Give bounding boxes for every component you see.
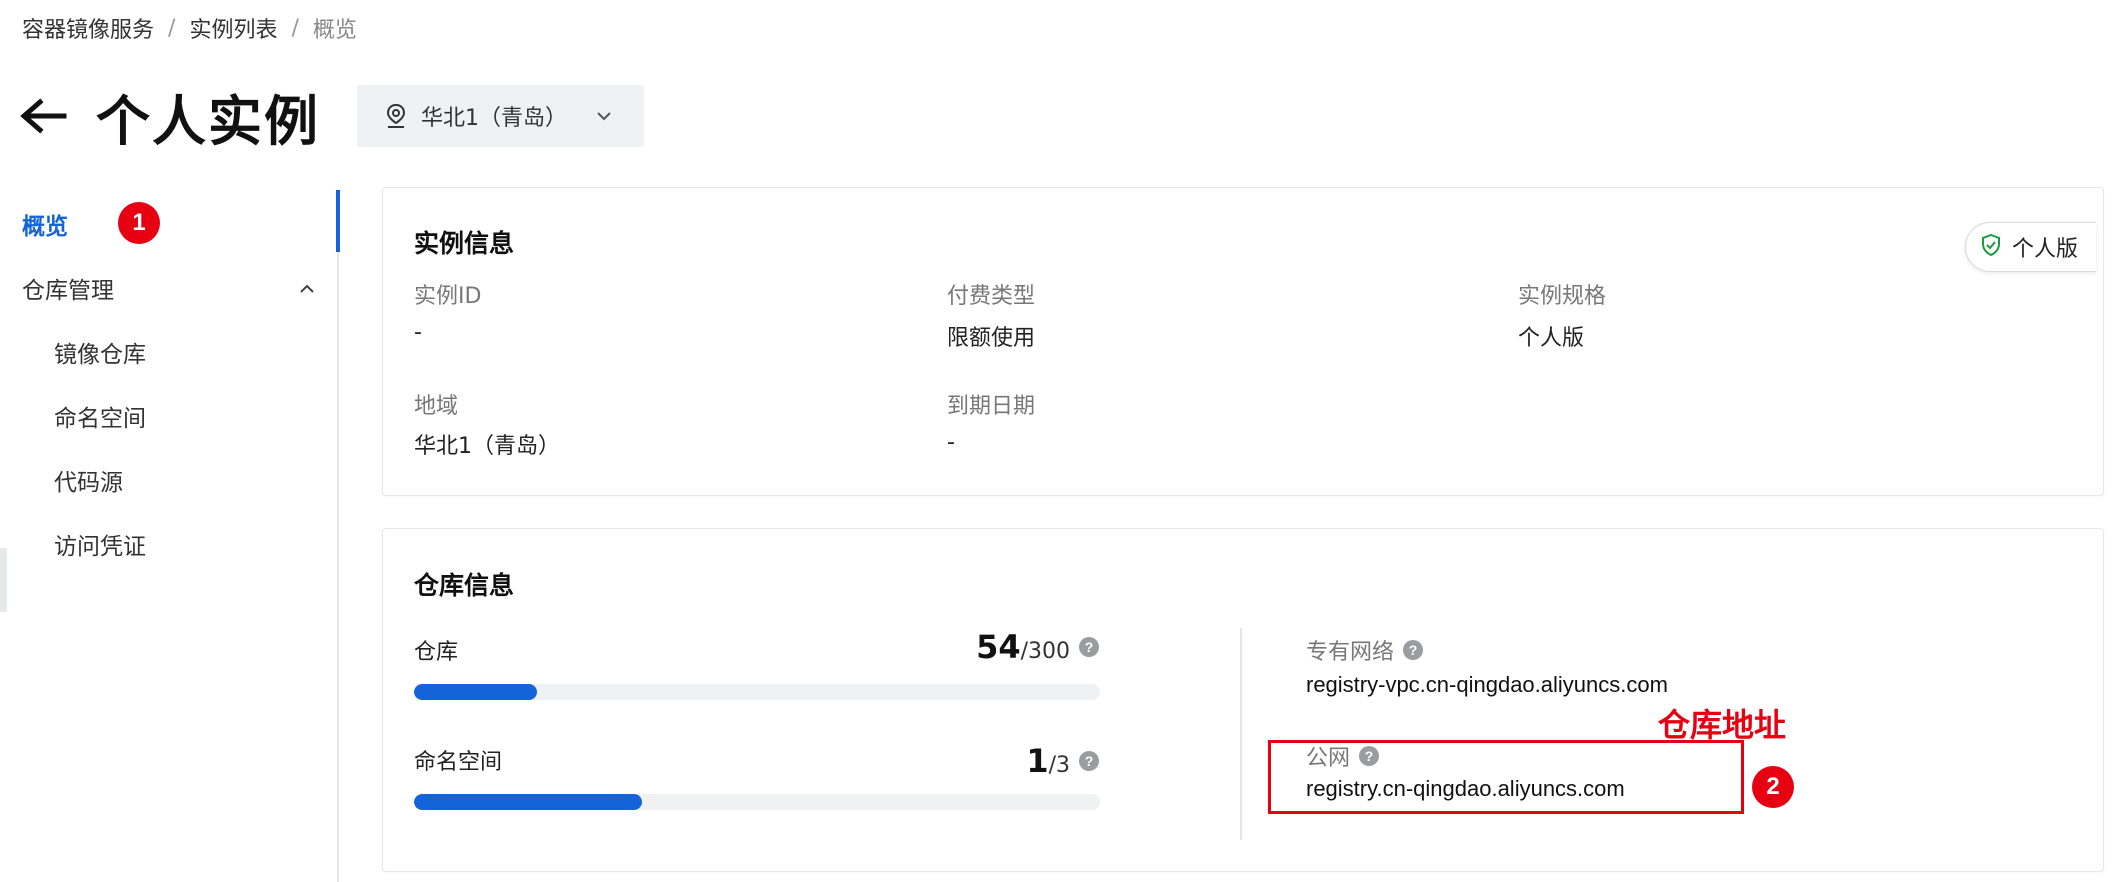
repo-info-title: 仓库信息 bbox=[414, 571, 515, 600]
sidebar-divider bbox=[337, 190, 339, 882]
sidebar-item-access-credentials[interactable]: 访问凭证 bbox=[54, 527, 146, 561]
breadcrumb-separator: / bbox=[291, 15, 299, 41]
breadcrumb-instance-list[interactable]: 实例列表 bbox=[189, 12, 277, 44]
help-icon[interactable]: ? bbox=[1078, 750, 1100, 772]
scroll-handle[interactable] bbox=[0, 548, 7, 612]
chevron-up-icon[interactable] bbox=[296, 278, 318, 300]
annotation-badge-2: 2 bbox=[1752, 766, 1794, 808]
instance-info-title: 实例信息 bbox=[414, 229, 515, 258]
repo-progress-fill bbox=[414, 684, 538, 700]
public-label-text: 公网 bbox=[1306, 746, 1351, 771]
help-icon[interactable]: ? bbox=[1078, 636, 1100, 658]
back-arrow-icon[interactable] bbox=[18, 92, 74, 140]
namespace-count-label: 命名空间 bbox=[414, 750, 503, 775]
region-select-label: 华北1（青岛） bbox=[421, 106, 567, 131]
region-value: 华北1（青岛） bbox=[414, 434, 560, 459]
public-address-label: 公网 ? bbox=[1306, 740, 1380, 772]
namespace-count-total: /3 bbox=[1048, 753, 1070, 778]
annotation-badge-1: 1 bbox=[118, 202, 160, 244]
breadcrumb: 容器镜像服务 / 实例列表 / 概览 bbox=[22, 12, 357, 44]
breadcrumb-separator: / bbox=[168, 15, 176, 41]
instance-id-value: - bbox=[414, 320, 422, 345]
repo-info-divider bbox=[1240, 628, 1242, 840]
namespace-progress-fill bbox=[414, 794, 643, 810]
expiry-date-value: - bbox=[947, 430, 955, 455]
repo-progress-bar bbox=[414, 684, 1100, 700]
instance-id-label: 实例ID bbox=[414, 284, 482, 309]
vpc-label-text: 专有网络 bbox=[1306, 640, 1395, 665]
svg-text:?: ? bbox=[1409, 642, 1418, 658]
vpc-address-label: 专有网络 ? bbox=[1306, 634, 1424, 666]
repo-count-used: 54 bbox=[976, 628, 1021, 666]
repo-count-total: /300 bbox=[1020, 639, 1070, 664]
repo-count-label: 仓库 bbox=[414, 640, 459, 665]
sidebar-item-image-repos[interactable]: 镜像仓库 bbox=[54, 335, 146, 369]
billing-type-label: 付费类型 bbox=[947, 284, 1036, 309]
chevron-down-icon bbox=[595, 106, 615, 126]
svg-text:?: ? bbox=[1365, 748, 1374, 764]
breadcrumb-current: 概览 bbox=[312, 18, 357, 43]
vpc-address-value: registry-vpc.cn-qingdao.aliyuncs.com bbox=[1306, 672, 1668, 697]
edition-tag: 个人版 bbox=[1965, 222, 2097, 272]
billing-type-value: 限额使用 bbox=[947, 326, 1036, 351]
sidebar-active-indicator bbox=[336, 190, 340, 252]
region-label: 地域 bbox=[414, 394, 459, 419]
repo-info-card bbox=[382, 528, 2104, 872]
repo-count-value: 54 /300 ? bbox=[860, 628, 1100, 666]
svg-text:?: ? bbox=[1085, 639, 1094, 655]
edition-tag-label: 个人版 bbox=[2012, 237, 2079, 262]
svg-text:?: ? bbox=[1085, 753, 1094, 769]
help-icon[interactable]: ? bbox=[1358, 745, 1380, 767]
region-select[interactable]: 华北1（青岛） bbox=[357, 85, 644, 147]
breadcrumb-container-service[interactable]: 容器镜像服务 bbox=[22, 12, 154, 44]
page-title: 个人实例 bbox=[96, 89, 320, 153]
sidebar-group-repo-management[interactable]: 仓库管理 bbox=[22, 271, 114, 305]
namespace-count-used: 1 bbox=[1026, 742, 1049, 780]
namespace-count-value: 1 /3 ? bbox=[860, 742, 1100, 780]
sidebar-item-code-source[interactable]: 代码源 bbox=[54, 463, 123, 497]
instance-info-card bbox=[382, 187, 2104, 496]
location-pin-icon bbox=[383, 103, 409, 129]
instance-spec-label: 实例规格 bbox=[1518, 284, 1607, 309]
public-address-value: registry.cn-qingdao.aliyuncs.com bbox=[1306, 776, 1625, 801]
help-icon[interactable]: ? bbox=[1402, 639, 1424, 661]
sidebar-item-namespaces[interactable]: 命名空间 bbox=[54, 399, 146, 433]
expiry-date-label: 到期日期 bbox=[947, 394, 1036, 419]
shield-check-icon bbox=[1980, 233, 2002, 261]
namespace-progress-bar bbox=[414, 794, 1100, 810]
page-header: 个人实例 bbox=[18, 84, 320, 153]
instance-spec-value: 个人版 bbox=[1518, 326, 1585, 351]
sidebar-item-overview[interactable]: 概览 bbox=[22, 207, 68, 241]
